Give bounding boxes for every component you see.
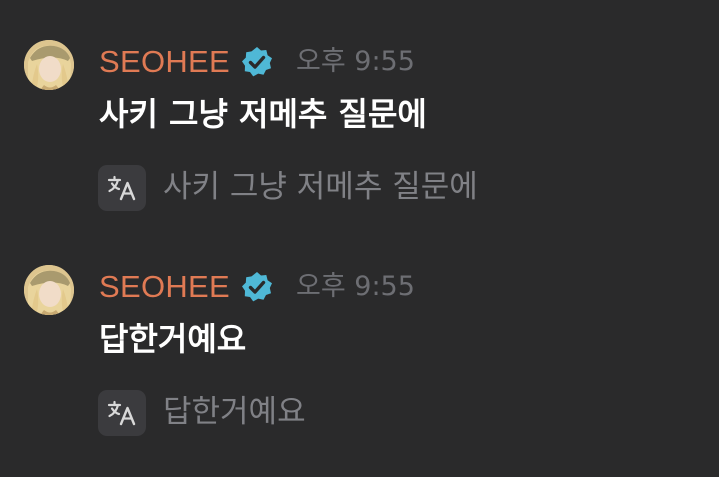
verified-badge-icon [240,270,274,304]
message-header: SEOHEE 오후 9:55 [99,42,415,82]
username[interactable]: SEOHEE [99,267,230,307]
translate-button[interactable] [98,165,146,211]
verified-badge-icon [240,45,274,79]
translated-text: 사키 그냥 저메추 질문에 [163,169,478,205]
message-header: SEOHEE 오후 9:55 [99,267,415,307]
chat-message: SEOHEE 오후 9:55 답한거예요 답한거예요 [0,225,719,436]
timestamp: 오후 9:55 [296,46,415,77]
translated-text: 답한거예요 [163,394,306,430]
message-text: 답한거예요 [99,320,247,358]
timestamp: 오후 9:55 [296,271,415,302]
username[interactable]: SEOHEE [99,42,230,82]
message-text: 사키 그냥 저메추 질문에 [99,95,427,133]
chat-message: SEOHEE 오후 9:55 사키 그냥 저메추 질문에 사키 그냥 저메추 질… [0,0,719,211]
translate-icon [107,400,136,426]
avatar[interactable] [24,40,74,90]
avatar[interactable] [24,265,74,315]
translate-icon [107,175,136,201]
translate-button[interactable] [98,390,146,436]
